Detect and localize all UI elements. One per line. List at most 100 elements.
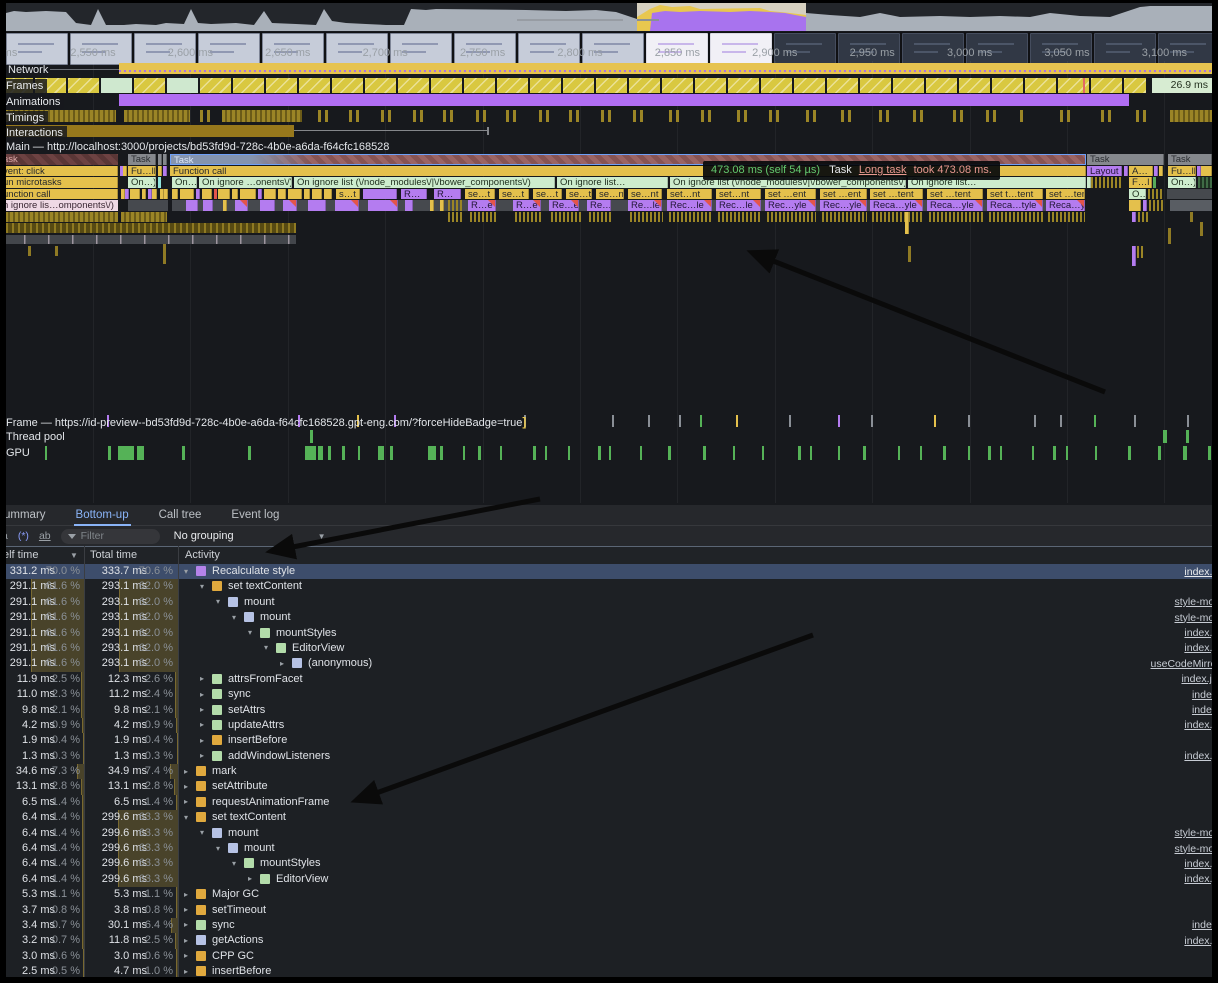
frame-block[interactable]	[398, 78, 429, 93]
flame-segment[interactable]: F…l	[1129, 177, 1152, 188]
tab-call-tree[interactable]: Call tree	[159, 505, 202, 526]
table-row[interactable]: 3.4 ms0.7 %30.1 ms6.4 %▸syncindex.	[0, 918, 1218, 933]
collapse-arrow-icon[interactable]: ▾	[200, 582, 212, 591]
flame-segment[interactable]	[264, 189, 276, 200]
flame-segment[interactable]: On ignore list (\/node_modules\/|\/bower…	[294, 177, 555, 188]
frame-block[interactable]	[134, 78, 165, 93]
flame-segment[interactable]	[28, 246, 31, 256]
flame-segment[interactable]	[929, 212, 983, 223]
frame-block[interactable]	[563, 78, 594, 93]
frame-block[interactable]	[860, 78, 891, 93]
frame-block[interactable]	[1091, 78, 1122, 93]
flame-segment[interactable]	[1132, 246, 1136, 266]
column-divider[interactable]	[84, 546, 85, 978]
frame-block[interactable]	[332, 78, 363, 93]
flame-segment[interactable]: Task	[1087, 154, 1164, 165]
table-row[interactable]: 5.3 ms1.1 %5.3 ms1.1 %▸Major GC	[0, 887, 1218, 902]
flame-segment[interactable]	[288, 189, 302, 200]
flame-segment[interactable]: vent: click	[0, 166, 118, 177]
frame-block[interactable]	[893, 78, 924, 93]
main-thread-label[interactable]: Main — http://localhost:3000/projects/bd…	[6, 141, 389, 153]
expand-arrow-icon[interactable]: ▸	[184, 905, 196, 914]
table-row[interactable]: 3.2 ms0.7 %11.8 ms2.5 %▸getActionsindex.…	[0, 933, 1218, 948]
frame-block[interactable]	[992, 78, 1023, 93]
flame-segment[interactable]	[158, 166, 162, 177]
long-task-link[interactable]: Long task	[859, 164, 907, 176]
table-row[interactable]: 9.8 ms2.1 %9.8 ms2.1 %▸setAttrsindex.	[0, 703, 1218, 718]
flame-segment[interactable]	[1198, 177, 1212, 188]
flame-segment[interactable]	[304, 189, 310, 200]
frame-block[interactable]	[827, 78, 858, 93]
flame-segment[interactable]	[470, 212, 498, 223]
flame-segment[interactable]	[551, 212, 581, 223]
flame-segment[interactable]	[1200, 222, 1203, 236]
frame-block[interactable]	[266, 78, 297, 93]
table-row[interactable]: 6.4 ms1.4 %299.6 ms63.3 %▾mountstyle-mod	[0, 841, 1218, 856]
frame-block[interactable]	[695, 78, 726, 93]
frame-track-label[interactable]: Frame — https://id-preview--bd53fd9d-728…	[6, 415, 526, 429]
expand-arrow-icon[interactable]: ▸	[200, 705, 212, 714]
collapse-arrow-icon[interactable]: ▾	[232, 859, 244, 868]
frames-track-label[interactable]: Frames	[2, 79, 47, 93]
flame-segment[interactable]: Rec…yle	[820, 200, 867, 211]
flame-segment[interactable]: ask	[0, 154, 118, 165]
flame-segment[interactable]: Task	[128, 154, 156, 165]
frame-block[interactable]	[167, 78, 198, 93]
flame-segment[interactable]: set …tent	[927, 189, 983, 200]
flame-segment[interactable]	[121, 212, 167, 223]
flame-segment[interactable]	[1190, 212, 1193, 223]
flame-segment[interactable]: R…e	[513, 200, 541, 211]
flame-segment[interactable]	[1132, 212, 1136, 223]
flame-segment[interactable]	[822, 212, 867, 223]
flame-segment[interactable]	[125, 189, 129, 200]
expand-arrow-icon[interactable]: ▸	[184, 951, 196, 960]
timeline-overview-minimap[interactable]	[6, 3, 1212, 31]
flame-segment[interactable]	[0, 212, 118, 223]
whole-word-icon[interactable]: ab	[39, 530, 51, 542]
flame-segment[interactable]	[440, 200, 444, 211]
expand-arrow-icon[interactable]: ▸	[200, 720, 212, 729]
flame-segment[interactable]	[335, 200, 359, 211]
table-row[interactable]: 291.1 ms61.6 %293.1 ms62.0 %▾EditorViewi…	[0, 641, 1218, 656]
timings-track-label[interactable]: Timings	[2, 111, 48, 125]
flame-segment[interactable]: R…e	[468, 200, 496, 211]
frame-block[interactable]	[728, 78, 759, 93]
flame-segment[interactable]	[214, 189, 217, 200]
expand-arrow-icon[interactable]: ▸	[200, 674, 212, 683]
flame-segment[interactable]	[196, 189, 200, 200]
flame-segment[interactable]	[1124, 166, 1128, 177]
col-self-time[interactable]: elf time	[3, 549, 38, 561]
frame-block[interactable]	[431, 78, 462, 93]
flame-segment[interactable]: se…t	[465, 189, 495, 200]
flame-segment[interactable]	[363, 189, 397, 200]
flame-segment[interactable]	[1137, 246, 1143, 258]
table-row[interactable]: 11.9 ms2.5 %12.3 ms2.6 %▸attrsFromFaceti…	[0, 672, 1218, 687]
expand-arrow-icon[interactable]: ▸	[200, 690, 212, 699]
flame-segment[interactable]: On ignore …onents\/)	[199, 177, 292, 188]
flame-segment[interactable]: Reca…yle	[870, 200, 923, 211]
flame-segment[interactable]	[324, 189, 332, 200]
flame-segment[interactable]: Re…le	[628, 200, 662, 211]
expand-arrow-icon[interactable]: ▸	[184, 890, 196, 899]
table-row[interactable]: 6.4 ms1.4 %299.6 ms63.3 %▾set textConten…	[0, 810, 1218, 825]
collapse-arrow-icon[interactable]: ▾	[200, 828, 212, 837]
flame-segment[interactable]: s…t	[336, 189, 360, 200]
flame-segment[interactable]	[718, 212, 761, 223]
flame-segment[interactable]	[202, 189, 212, 200]
flame-segment[interactable]: A…	[1129, 166, 1153, 177]
frame-block[interactable]	[629, 78, 660, 93]
collapse-arrow-icon[interactable]: ▾	[248, 628, 260, 637]
flame-segment[interactable]	[158, 177, 161, 188]
table-row[interactable]: 13.1 ms2.8 %13.1 ms2.8 %▸setAttribute	[0, 779, 1218, 794]
frame-block[interactable]	[68, 78, 99, 93]
flame-segment[interactable]	[203, 200, 213, 211]
table-row[interactable]: 3.7 ms0.8 %3.8 ms0.8 %▸setTimeout	[0, 903, 1218, 918]
expand-arrow-icon[interactable]: ▸	[184, 936, 196, 945]
flame-segment[interactable]	[258, 189, 262, 200]
table-row[interactable]: 34.6 ms7.3 %34.9 ms7.4 %▸mark	[0, 764, 1218, 779]
flame-segment[interactable]	[989, 212, 1043, 223]
expand-arrow-icon[interactable]: ▸	[184, 967, 196, 976]
expand-arrow-icon[interactable]: ▸	[280, 659, 292, 668]
collapse-arrow-icon[interactable]: ▾	[232, 613, 244, 622]
flame-segment[interactable]: se…nt	[628, 189, 662, 200]
